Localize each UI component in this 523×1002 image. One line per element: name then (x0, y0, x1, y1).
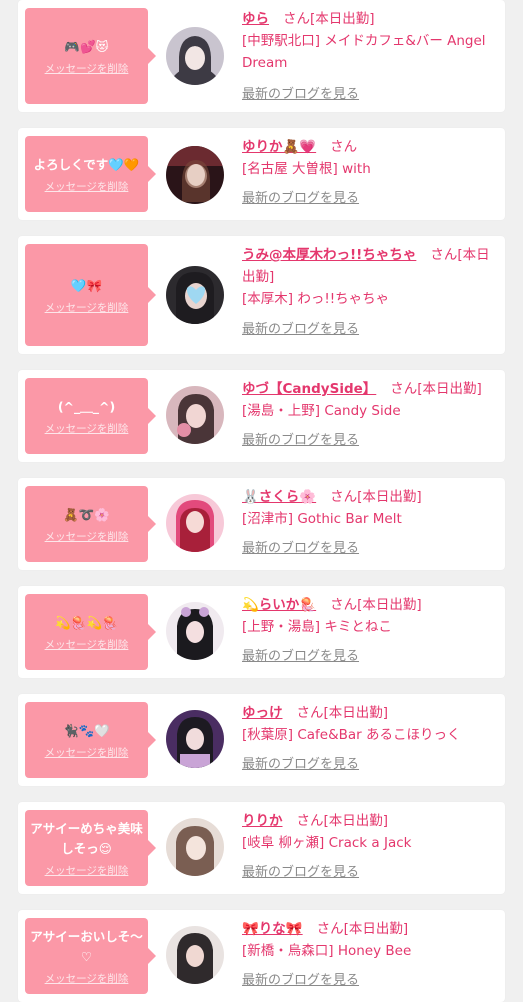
delete-message-link[interactable]: メッセージを削除 (45, 421, 129, 436)
honorific: さん (296, 813, 324, 829)
delete-message-link[interactable]: メッセージを削除 (45, 971, 129, 986)
latest-blog-link[interactable]: 最新のブログを見る (242, 188, 495, 210)
honorific: さん (296, 705, 324, 721)
shop-text: [名古屋 大曽根] with (242, 161, 371, 177)
message-bubble: (^_＿_^) メッセージを削除 (25, 378, 156, 454)
status-text: [本日出勤] (343, 921, 409, 937)
user-name-link[interactable]: ゆっけ (242, 705, 283, 721)
shop-text: [秋葉原] Cafe&Bar あるこほりっく (242, 727, 461, 743)
honorific: さん (390, 381, 418, 397)
user-name-link[interactable]: ゆりか🧸💗 (242, 139, 316, 155)
latest-blog-link[interactable]: 最新のブログを見る (242, 538, 495, 560)
status-text: [本日出勤] (323, 813, 389, 829)
status-text: [本日出勤] (417, 381, 482, 397)
user-name-link[interactable]: 💫らいか🪼 (242, 597, 316, 613)
latest-blog-link[interactable]: 最新のブログを見る (242, 970, 495, 992)
delete-message-link[interactable]: メッセージを削除 (45, 637, 129, 652)
shop-text: [沼津市] Gothic Bar Melt (242, 511, 402, 527)
message-bubble: 💫🪼💫🪼 メッセージを削除 (25, 594, 156, 670)
delete-message-link[interactable]: メッセージを削除 (45, 179, 129, 194)
honorific: さん (330, 139, 358, 155)
list-item: 🐈‍⬛🐾🤍 メッセージを削除 ゆっけ さん[本日出勤] [秋葉原] Cafe&Ba… (18, 694, 505, 786)
honorific: さん (330, 489, 358, 505)
message-text: 💫🪼💫🪼 (55, 614, 118, 630)
avatar[interactable] (166, 710, 224, 768)
message-bubble: アサイーおいしそ〜♡ メッセージを削除 (25, 918, 156, 994)
user-name-link[interactable]: うみ@本厚木わっ!!ちゃちゃ (242, 247, 416, 263)
avatar[interactable] (166, 146, 224, 204)
list-item: 💫🪼💫🪼 メッセージを削除 💫らいか🪼 さん[本日出勤] [上野・湯島] キミとね… (18, 586, 505, 678)
list-item: 🎮💕😻 メッセージを削除 ゆら さん[本日出勤] [中野駅北口] メイドカフェ&バ… (18, 0, 505, 112)
avatar[interactable] (166, 494, 224, 552)
message-bubble: アサイーめちゃ美味しそっ😌 メッセージを削除 (25, 810, 156, 886)
shop-text: [岐阜 柳ヶ瀬] Crack a Jack (242, 835, 412, 851)
user-name-link[interactable]: ゆづ【CandySide】 (242, 381, 376, 397)
message-bubble: 🧸➰🌸 メッセージを削除 (25, 486, 156, 562)
message-bubble: 🎮💕😻 メッセージを削除 (25, 8, 156, 104)
status-text: [本日出勤] (357, 489, 422, 505)
list-item: アサイーおいしそ〜♡ メッセージを削除 🎀りな🎀 さん[本日出勤] [新橋・烏森口… (18, 910, 505, 1002)
message-text: アサイーめちゃ美味しそっ😌 (30, 820, 143, 856)
user-name-link[interactable]: りりか (242, 813, 283, 829)
latest-blog-link[interactable]: 最新のブログを見る (242, 646, 495, 668)
list-item: アサイーめちゃ美味しそっ😌 メッセージを削除 りりか さん[本日出勤] [岐阜 柳… (18, 802, 505, 894)
shop-text: [中野駅北口] メイドカフェ&バー Angel Dream (242, 33, 486, 71)
user-name-link[interactable]: 🎀りな🎀 (242, 921, 303, 937)
list-item: よろしくです🩵🧡 メッセージを削除 ゆりか🧸💗 さん [名古屋 大曽根] with… (18, 128, 505, 220)
latest-blog-link[interactable]: 最新のブログを見る (242, 319, 495, 341)
honorific: さん (283, 11, 310, 27)
avatar[interactable] (166, 926, 224, 984)
latest-blog-link[interactable]: 最新のブログを見る (242, 862, 495, 884)
list-item: 🩵🎀 メッセージを削除 うみ@本厚木わっ!!ちゃちゃ さん[本日出勤] [本厚木]… (18, 236, 505, 354)
honorific: さん (430, 247, 458, 263)
message-text: (^_＿_^) (57, 398, 116, 414)
user-name-link[interactable]: 🐰さくら🌸 (242, 489, 316, 505)
message-bubble: よろしくです🩵🧡 メッセージを削除 (25, 136, 156, 212)
delete-message-link[interactable]: メッセージを削除 (45, 745, 129, 760)
delete-message-link[interactable]: メッセージを削除 (45, 300, 129, 315)
list-item: 🧸➰🌸 メッセージを削除 🐰さくら🌸 さん[本日出勤] [沼津市] Gothic … (18, 478, 505, 570)
avatar[interactable] (166, 27, 224, 85)
latest-blog-link[interactable]: 最新のブログを見る (242, 754, 495, 776)
status-text: [本日出勤] (323, 705, 389, 721)
shop-text: [新橋・烏森口] Honey Bee (242, 943, 412, 959)
avatar[interactable] (166, 818, 224, 876)
avatar[interactable] (166, 386, 224, 444)
status-text: [本日出勤] (310, 11, 375, 27)
message-text: 🐈‍⬛🐾🤍 (63, 722, 110, 738)
message-text: アサイーおいしそ〜♡ (30, 928, 143, 964)
message-text: よろしくです🩵🧡 (33, 156, 140, 172)
message-bubble: 🐈‍⬛🐾🤍 メッセージを削除 (25, 702, 156, 778)
latest-blog-link[interactable]: 最新のブログを見る (242, 84, 495, 106)
honorific: さん (316, 921, 344, 937)
shop-text: [湯島・上野] Candy Side (242, 403, 401, 419)
shop-text: [本厚木] わっ!!ちゃちゃ (242, 291, 390, 307)
avatar[interactable] (166, 602, 224, 660)
delete-message-link[interactable]: メッセージを削除 (45, 61, 129, 76)
message-text: 🧸➰🌸 (63, 506, 110, 522)
avatar[interactable] (166, 266, 224, 324)
user-name-link[interactable]: ゆら (242, 11, 269, 27)
shop-text: [上野・湯島] キミとねこ (242, 619, 392, 635)
list-item: (^_＿_^) メッセージを削除 ゆづ【CandySide】 さん[本日出勤] [… (18, 370, 505, 462)
name-line: うみ@本厚木わっ!!ちゃちゃ さん[本日出勤] (242, 244, 495, 288)
status-text: [本日出勤] (357, 597, 422, 613)
message-bubble: 🩵🎀 メッセージを削除 (25, 244, 156, 346)
honorific: さん (330, 597, 358, 613)
delete-message-link[interactable]: メッセージを削除 (45, 529, 129, 544)
message-text: 🎮💕😻 (64, 38, 109, 54)
delete-message-link[interactable]: メッセージを削除 (45, 863, 129, 878)
message-text: 🩵🎀 (70, 277, 103, 293)
latest-blog-link[interactable]: 最新のブログを見る (242, 430, 495, 452)
